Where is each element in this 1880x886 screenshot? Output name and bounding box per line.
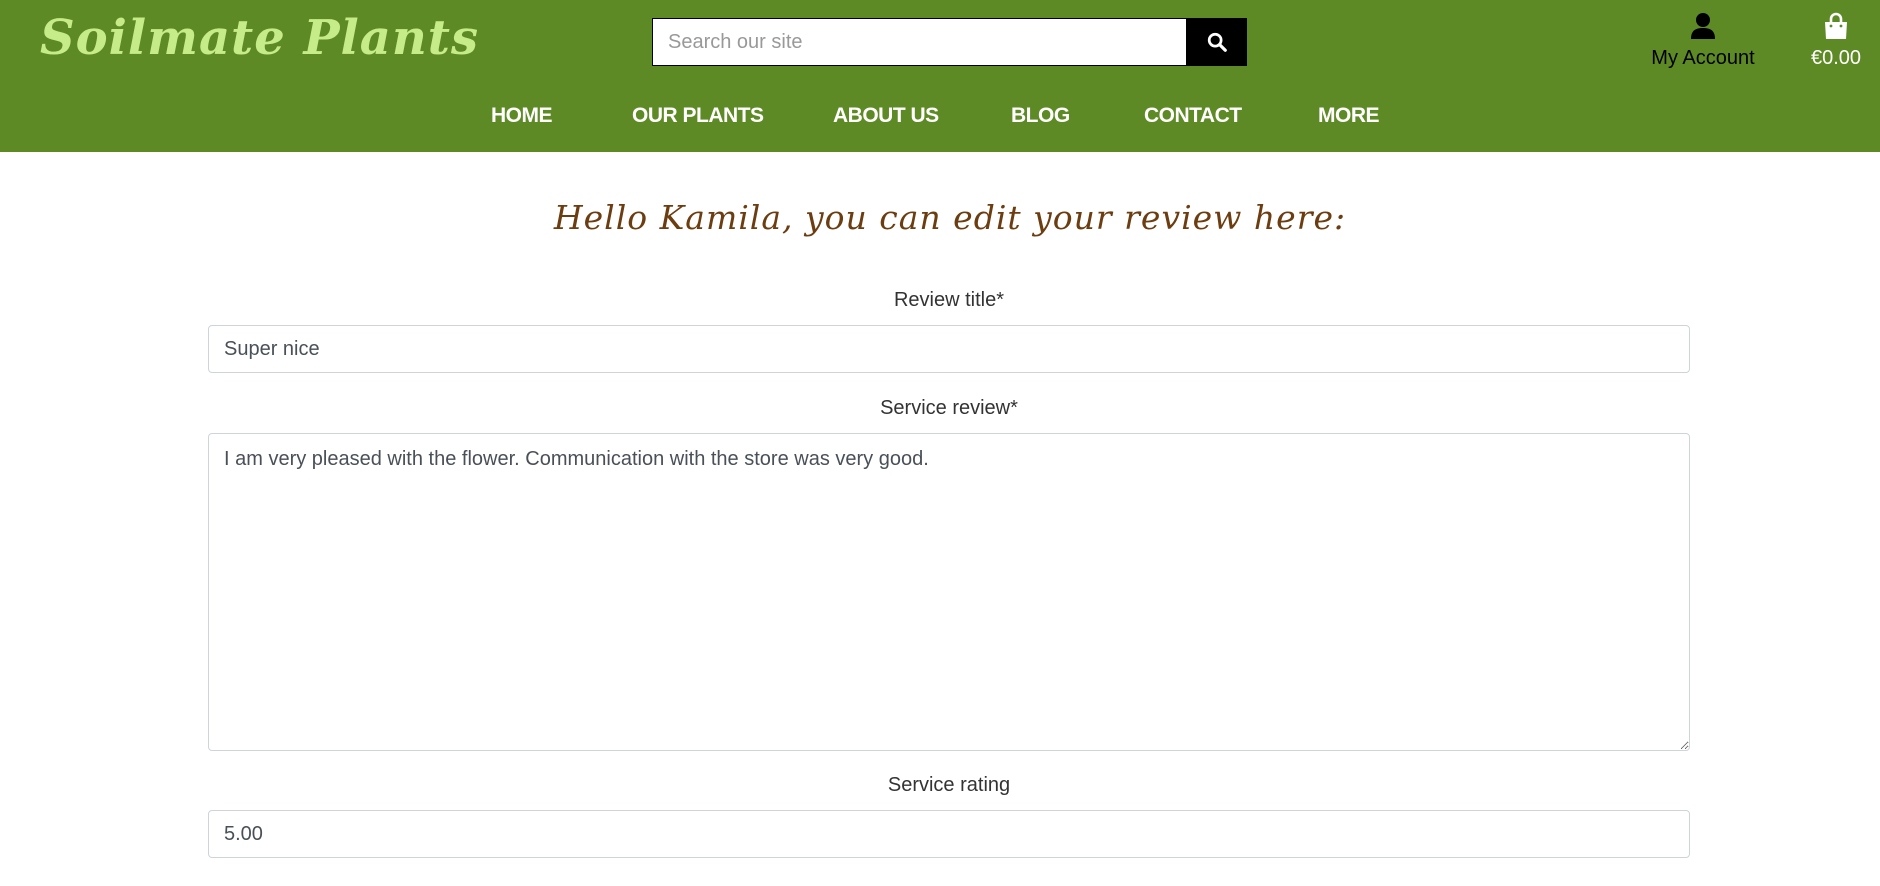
main-nav: HOME OUR PLANTS ABOUT US BLOG CONTACT MO… — [0, 104, 1880, 134]
page-heading: Hello Kamila, you can edit your review h… — [553, 198, 1347, 237]
service-review-textarea[interactable]: I am very pleased with the flower. Commu… — [208, 433, 1690, 751]
service-rating-label: Service rating — [887, 774, 1011, 796]
search-icon — [1207, 32, 1227, 52]
nav-item-home[interactable]: HOME — [491, 104, 553, 128]
cart-link[interactable]: €0.00 — [1806, 12, 1866, 70]
review-title-label: Review title* — [893, 289, 1005, 311]
site-header: Soilmate Plants My Account €0.00 HOME OU… — [0, 0, 1880, 152]
my-account-link[interactable]: My Account — [1648, 12, 1758, 70]
nav-item-about-us[interactable]: ABOUT US — [833, 104, 939, 128]
search-form — [652, 18, 1247, 66]
service-rating-input[interactable] — [208, 810, 1690, 858]
nav-item-blog[interactable]: BLOG — [1011, 104, 1070, 128]
search-button[interactable] — [1186, 18, 1247, 66]
service-review-label: Service review* — [880, 397, 1018, 419]
nav-item-more[interactable]: MORE — [1318, 104, 1380, 128]
review-title-input[interactable] — [208, 325, 1690, 373]
nav-item-contact[interactable]: CONTACT — [1144, 104, 1242, 128]
search-input[interactable] — [652, 18, 1186, 66]
site-logo[interactable]: Soilmate Plants — [40, 10, 479, 66]
shopping-bag-icon — [1825, 12, 1847, 39]
user-icon — [1691, 13, 1715, 39]
my-account-label: My Account — [1651, 47, 1755, 69]
cart-total: €0.00 — [1810, 47, 1862, 69]
nav-item-our-plants[interactable]: OUR PLANTS — [632, 104, 764, 128]
